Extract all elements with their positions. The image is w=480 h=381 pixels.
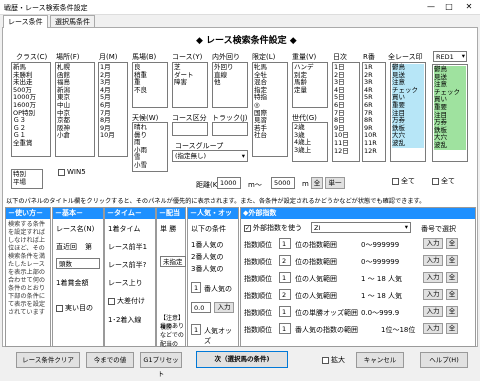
zenrace-header: 全レース印 — [388, 53, 423, 61]
marks-list-1[interactable]: 鬱鳥 見送 注意 チェック 買い 重要 注目 万券 鉄板 大穴 波乱 — [390, 62, 426, 162]
baba-header: 馬場(B) — [132, 53, 157, 61]
chevron-down-icon: ▾ — [461, 52, 465, 60]
ninki-condition: 以下の条件 — [191, 225, 226, 233]
gaibu-pane: ◆外部指数 ✓ 外部指数を使う ZI ▾ 番号で選択 指数順位 1 位の指数範囲 0… — [240, 207, 476, 347]
kihon-race-name: レース名(N) — [56, 225, 95, 233]
distance-to-input[interactable]: 5000 — [271, 177, 295, 189]
usage-pane: －使い方－ 検索する条件を設定すればしなければ上位ほど、その検索条件を満たしたレ… — [5, 207, 51, 347]
time-header[interactable]: －タイム－ — [105, 208, 155, 219]
next-button[interactable]: 次（選択馬の条件) — [196, 351, 288, 368]
track-list[interactable] — [212, 122, 248, 136]
g1-preset-button[interactable]: G1プリセット — [140, 352, 182, 378]
all-checkbox-1[interactable]: 全て — [392, 176, 415, 186]
win5-checkbox[interactable]: WIN5 — [58, 168, 86, 176]
weight-header: 重量(V) — [292, 53, 317, 61]
kihon-ninzu-input[interactable]: 頭数 — [56, 258, 100, 269]
tab-race-conditions[interactable]: レース条件 — [3, 15, 48, 28]
gentei-list[interactable]: 牝馬 全牡 混合 指定 特指 ◎ 国際 見習 若手 社台 — [252, 62, 288, 157]
kihon-mi-checkbox[interactable]: 実い目の — [56, 303, 93, 313]
previous-values-button[interactable]: 今までの値 — [86, 352, 134, 368]
haito-tansho: 単 勝 — [160, 225, 177, 233]
ninki-odds-label: 人気オッズ — [204, 327, 232, 345]
kihon-header[interactable]: －基本－ — [53, 208, 103, 219]
kihon-recent: 直近回 — [56, 243, 77, 251]
help-button[interactable]: ヘルプ(H) — [420, 352, 468, 368]
chevron-down-icon: ▾ — [404, 223, 408, 231]
place-header: 場所(F) — [56, 53, 80, 61]
r-list[interactable]: 1R 2R 3R 4R 5R 6R 7R 8R 9R 10R 11R 12R — [362, 62, 386, 162]
class-special-list[interactable]: 特別 平場 — [11, 169, 43, 189]
page-title: ◆ レース検索条件設定 ◆ — [196, 36, 297, 46]
haito-header[interactable]: －配当－ — [157, 208, 185, 228]
kihon-kinkaku: 1着賞金額 — [56, 279, 89, 287]
time-oosa-checkbox[interactable]: 大差付け — [108, 296, 145, 306]
distance-all-button[interactable]: 全 — [311, 177, 323, 189]
gaibu-source-select[interactable]: ZI ▾ — [311, 222, 411, 233]
marks-list-2[interactable]: 鬱鳥 見送 注意 チェック 買い 重要 注目 万券 鉄板 大穴 波乱 — [432, 64, 468, 162]
gaibu-header[interactable]: ◆外部指数 — [241, 208, 475, 219]
ninki-odds-input[interactable]: 0.0 — [191, 302, 211, 313]
window-title: 戦歴・レース検索条件設定 — [4, 4, 88, 12]
weight-list[interactable]: ハンデ 別定 馬齢 定量 — [292, 62, 328, 108]
course-kubun-list[interactable] — [172, 122, 208, 136]
distance-from-input[interactable]: 1000 — [217, 177, 241, 189]
inout-header: 内外回り — [212, 53, 240, 61]
chevron-down-icon: ▾ — [241, 152, 245, 160]
haito-note-2: 当のありなどでの配当の — [160, 323, 185, 348]
ninki-1: 1番人気の — [191, 241, 224, 249]
ninki-input-button[interactable]: 入力 — [214, 302, 234, 313]
ninki-input-2[interactable]: 1 — [191, 324, 201, 335]
info-note: 以下のパネルのタイトル欄をクリックすると、そのパネルが優先的に表示されます。また… — [6, 198, 426, 205]
maximize-button[interactable]: □ — [442, 1, 456, 13]
ninki-label: 番人気の — [204, 285, 232, 293]
time-chaku: 1･2着入線 — [108, 316, 142, 324]
class-header: クラス(C) — [16, 53, 48, 61]
usage-header[interactable]: －使い方－ — [6, 208, 50, 219]
minimize-button[interactable]: — — [424, 1, 438, 13]
course-header: コース(Y) — [172, 53, 203, 61]
gentei-header: 限定(L) — [252, 53, 276, 61]
kihon-dai: 第 — [85, 243, 92, 251]
mark-type-select[interactable]: RED1 ▾ — [433, 51, 467, 62]
clear-button[interactable]: レース条件クリア — [16, 352, 80, 368]
inout-list[interactable]: 外回り 直線他 — [212, 62, 248, 108]
r-header: R番 — [363, 53, 375, 61]
usage-text: 検索する条件を設定すればしなければ上位ほど、その検索条件を満たしたレースを表示上… — [8, 221, 46, 316]
time-zenhan: レース前半1 — [108, 243, 148, 251]
expand-checkbox[interactable]: 拡大 — [322, 355, 345, 365]
distance-single-button[interactable]: 単一 — [325, 177, 345, 189]
ninki-2: 2番人気の — [191, 253, 224, 261]
close-button[interactable]: ✕ — [462, 1, 476, 13]
all-checkbox-2[interactable]: 全て — [432, 176, 455, 186]
haito-pane: －配当－ 単 勝 未指定 【注意】複勝 当のありなどでの配当の — [156, 207, 186, 348]
ninki-header[interactable]: －人気・オッズ－ — [188, 208, 238, 228]
place-list[interactable]: 札幌 函館 福島 新潟 東京 中山 中京 京都 阪神 小倉 — [55, 62, 95, 157]
sedai-list[interactable]: 2歳 3歳 4歳上 3歳上 — [292, 122, 328, 162]
time-agari: レース上り — [108, 279, 143, 287]
course-group-select[interactable]: (指定無し) ▾ — [172, 150, 248, 162]
kihon-pane: －基本－ レース名(N) 直近回 第 頭数 1着賞金額 実い目の — [52, 207, 104, 347]
time-first: 1着タイム — [108, 225, 141, 233]
day-list[interactable]: 1日 2日 3日 4日 5日 6日 7日 8日 9日 10日 11日 12日 — [332, 62, 360, 162]
haito-select[interactable]: 未指定 — [160, 256, 186, 267]
course-list[interactable]: 芝ダート 障害 — [172, 62, 208, 108]
ninki-3: 3番人気の — [191, 265, 224, 273]
time-pane: －タイム－ 1着タイム レース前半1 レース前半? レース上り 大差付け 1･2… — [104, 207, 156, 347]
month-header: 月(M) — [99, 53, 118, 61]
gaibu-use-checkbox[interactable]: ✓ 外部指数を使う — [244, 223, 302, 233]
tenki-list[interactable]: 晴れ 曇り雨小雨雪小雪 — [132, 122, 168, 172]
distance-unit-label: m～ — [248, 181, 262, 189]
gaibu-order-label: 番号で選択 — [421, 225, 456, 233]
time-kohan: レース前半? — [108, 261, 147, 269]
ninki-pane: －人気・オッズ－ 以下の条件 1番人気の 2番人気の 3番人気の 1 番人気の … — [187, 207, 239, 347]
distance-unit-label-2: m — [302, 180, 309, 188]
title-bar: 戦歴・レース検索条件設定 — □ ✕ — [0, 0, 480, 15]
day-header: 日次 — [333, 53, 347, 61]
month-list[interactable]: 1月 2月 3月 4月 5月 6月 7月 8月 9月 10月 — [98, 62, 128, 157]
cancel-button[interactable]: キャンセル — [356, 352, 404, 368]
baba-list[interactable]: 良稍重重不良 — [132, 62, 168, 108]
ninki-input-1[interactable]: 1 — [191, 282, 201, 293]
class-list[interactable]: 新馬 未勝利 未出走 500万 1000万 1600万 OP特別 Ｇ３ Ｇ２ Ｇ１ 全重賞 — [11, 62, 51, 157]
